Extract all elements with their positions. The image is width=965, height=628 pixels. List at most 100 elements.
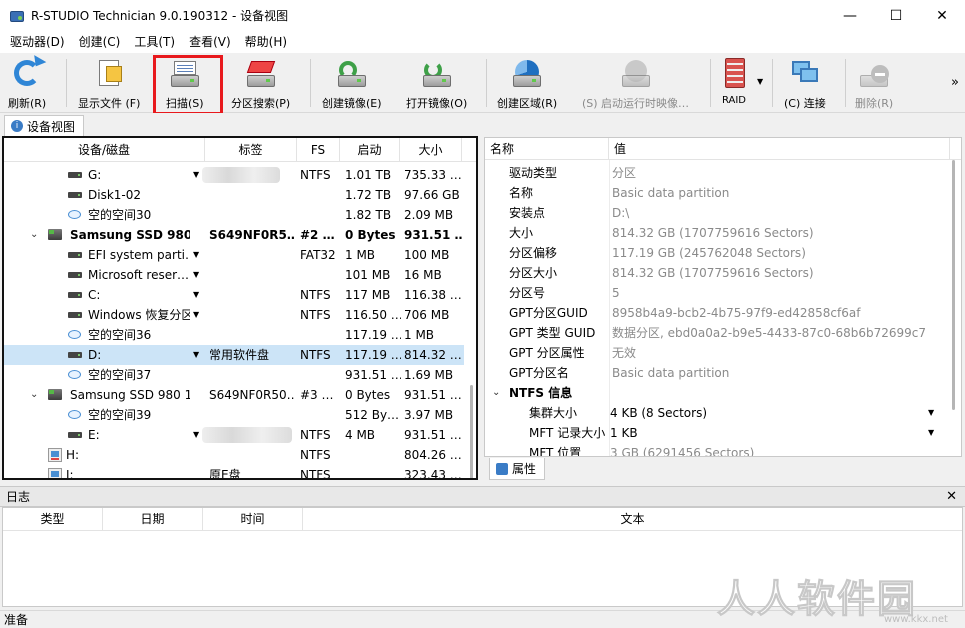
device-fs — [300, 405, 340, 425]
col-prop-value[interactable]: 值 — [609, 138, 950, 160]
partition-search-button[interactable]: 分区搜索(P) — [231, 55, 290, 111]
device-start: 101 MB — [345, 268, 391, 282]
menu-help[interactable]: 帮助(H) — [238, 31, 294, 53]
connect-button[interactable]: (C) 连接 — [784, 55, 826, 111]
property-row[interactable]: GPT分区GUID 8958b4a9-bcb2-4b75-97f9-ed42858… — [485, 303, 947, 323]
property-row[interactable]: 大小 814.32 GB (1707759616 Sectors) — [485, 223, 947, 243]
property-row[interactable]: 安装点 D:\ — [485, 203, 947, 223]
partition-search-icon — [244, 57, 278, 91]
menu-create[interactable]: 创建(C) — [72, 31, 128, 53]
partition-icon — [68, 352, 82, 358]
device-row[interactable]: E: ▼ NTFS 4 MB 931.51 … — [4, 425, 464, 445]
col-size[interactable]: 大小 — [400, 138, 462, 162]
raid-button[interactable]: RAID — [717, 55, 751, 111]
property-row[interactable]: 名称 Basic data partition — [485, 183, 947, 203]
create-region-button[interactable]: 创建区域(R) — [497, 55, 557, 111]
start-runtime-image-label: (S) 启动运行时映像… — [582, 97, 690, 110]
device-row[interactable]: Windows 恢复分区 ▼ NTFS 116.50 … 706 MB — [4, 305, 464, 325]
maximize-button[interactable]: ☐ — [873, 0, 919, 31]
menu-drive[interactable]: 驱动器(D) — [3, 31, 72, 53]
col-label[interactable]: 标签 — [205, 138, 297, 162]
menu-view[interactable]: 查看(V) — [182, 31, 238, 53]
property-section[interactable]: ⌄ NTFS 信息 — [485, 383, 947, 403]
property-row[interactable]: GPT 分区属性 无效 — [485, 343, 947, 363]
dropdown-arrow-icon[interactable]: ▼ — [193, 265, 203, 285]
network-drive-icon — [48, 468, 62, 478]
device-row[interactable]: D: ▼ 常用软件盘 NTFS 117.19 … 814.32 … — [4, 345, 464, 365]
col-log-time[interactable]: 时间 — [203, 508, 303, 530]
device-row[interactable]: Microsoft reser… ▼ 101 MB 16 MB — [4, 265, 464, 285]
property-row[interactable]: MFT 位置 3 GB (6291456 Sectors) — [485, 443, 947, 457]
device-row[interactable]: 空的空间37 931.51 … 1.69 MB — [4, 365, 464, 385]
collapse-chevron-icon[interactable]: ⌄ — [492, 383, 502, 403]
device-start: 117.19 … — [345, 348, 401, 362]
dropdown-arrow-icon[interactable]: ▼ — [193, 345, 203, 365]
device-row[interactable]: J: 原E盘 NTFS 323.43 … — [4, 465, 464, 478]
log-close-button[interactable]: ✕ — [946, 487, 957, 507]
dropdown-arrow-icon[interactable]: ▼ — [193, 245, 203, 265]
device-row[interactable]: ⌄ Samsung SSD 980 1… S649NF0R5… #2 … 0 Bytes… — [4, 225, 464, 245]
property-row[interactable]: 分区大小 814.32 GB (1707759616 Sectors) — [485, 263, 947, 283]
col-prop-name[interactable]: 名称 — [485, 138, 609, 160]
property-row[interactable]: MFT 记录大小 1 KB ▼ — [485, 423, 947, 443]
property-row[interactable]: GPT 类型 GUID 数据分区, ebd0a0a2-b9e5-4433-87c0… — [485, 323, 947, 343]
open-image-icon — [420, 57, 454, 91]
tab-device-view-label: 设备视图 — [27, 119, 76, 134]
show-files-button[interactable]: 显示文件 (F) — [78, 55, 140, 111]
device-fs: NTFS — [300, 428, 331, 442]
device-row[interactable]: 空的空间30 1.82 TB 2.09 MB — [4, 205, 464, 225]
menu-tools[interactable]: 工具(T) — [127, 31, 182, 53]
col-log-type[interactable]: 类型 — [3, 508, 103, 530]
property-row[interactable]: GPT分区名 Basic data partition — [485, 363, 947, 383]
start-runtime-image-button[interactable]: (S) 启动运行时映像… — [582, 55, 689, 111]
close-button[interactable]: ✕ — [919, 0, 965, 31]
property-row[interactable]: 分区偏移 117.19 GB (245762048 Sectors) — [485, 243, 947, 263]
property-section-title: NTFS 信息 — [509, 386, 573, 400]
property-value: 3 GB (6291456 Sectors) — [610, 446, 755, 457]
property-name: 分区号 — [509, 286, 546, 300]
property-row[interactable]: 集群大小 4 KB (8 Sectors) ▼ — [485, 403, 947, 423]
device-row[interactable]: H: NTFS 804.26 … — [4, 445, 464, 465]
device-start — [345, 445, 401, 465]
col-log-date[interactable]: 日期 — [103, 508, 203, 530]
tab-device-view[interactable]: i 设备视图 — [4, 115, 85, 136]
device-fs: NTFS — [300, 308, 331, 322]
create-image-button[interactable]: 创建镜像(E) — [322, 55, 382, 111]
expand-chevron-icon[interactable]: ⌄ — [30, 385, 40, 405]
col-log-text[interactable]: 文本 — [303, 508, 962, 530]
property-row[interactable]: 驱动类型 分区 — [485, 163, 947, 183]
expand-chevron-icon[interactable]: ⌄ — [30, 225, 40, 245]
dropdown-arrow-icon[interactable]: ▼ — [193, 305, 203, 325]
dropdown-arrow-icon[interactable]: ▼ — [928, 423, 934, 443]
properties-scroll-thumb[interactable] — [952, 160, 955, 410]
property-value: 4 KB (8 Sectors) — [610, 406, 708, 420]
raid-dropdown-icon[interactable]: ▼ — [757, 77, 763, 86]
device-row[interactable]: G: ▼ NTFS 1.01 TB 735.33 … — [4, 165, 464, 185]
toolbar-overflow-button[interactable]: » — [951, 75, 959, 90]
open-image-button[interactable]: 打开镜像(O) — [406, 55, 467, 111]
col-fs[interactable]: FS — [297, 138, 340, 162]
device-fs: NTFS — [300, 348, 331, 362]
device-row[interactable]: EFI system parti… ▼ FAT32 1 MB 100 MB — [4, 245, 464, 265]
device-label — [209, 205, 295, 225]
property-name: GPT分区GUID — [509, 306, 588, 320]
device-row[interactable]: Disk1-02 1.72 TB 97.66 GB — [4, 185, 464, 205]
dropdown-arrow-icon[interactable]: ▼ — [928, 403, 934, 423]
device-start: 1.72 TB — [345, 188, 392, 202]
partition-icon — [68, 312, 82, 318]
minimize-button[interactable]: — — [827, 0, 873, 31]
refresh-button[interactable]: 刷新(R) — [8, 55, 47, 111]
device-row[interactable]: ⌄ Samsung SSD 980 1… S649NF0R50… #3 … 0 Byte… — [4, 385, 464, 405]
delete-button[interactable]: 删除(R) — [855, 55, 893, 111]
watermark-url: www.kkx.net — [884, 614, 948, 625]
col-start[interactable]: 启动 — [340, 138, 400, 162]
device-tree-scroll-thumb[interactable] — [470, 385, 473, 478]
tab-properties[interactable]: 属性 — [489, 458, 546, 480]
device-row[interactable]: 空的空间36 117.19 … 1 MB — [4, 325, 464, 345]
dropdown-arrow-icon[interactable]: ▼ — [193, 285, 203, 305]
device-row[interactable]: C: ▼ NTFS 117 MB 116.38 … — [4, 285, 464, 305]
device-fs: NTFS — [300, 168, 331, 182]
device-row[interactable]: 空的空间39 512 By… 3.97 MB — [4, 405, 464, 425]
col-device[interactable]: 设备/磁盘 — [4, 138, 205, 162]
property-row[interactable]: 分区号 5 — [485, 283, 947, 303]
